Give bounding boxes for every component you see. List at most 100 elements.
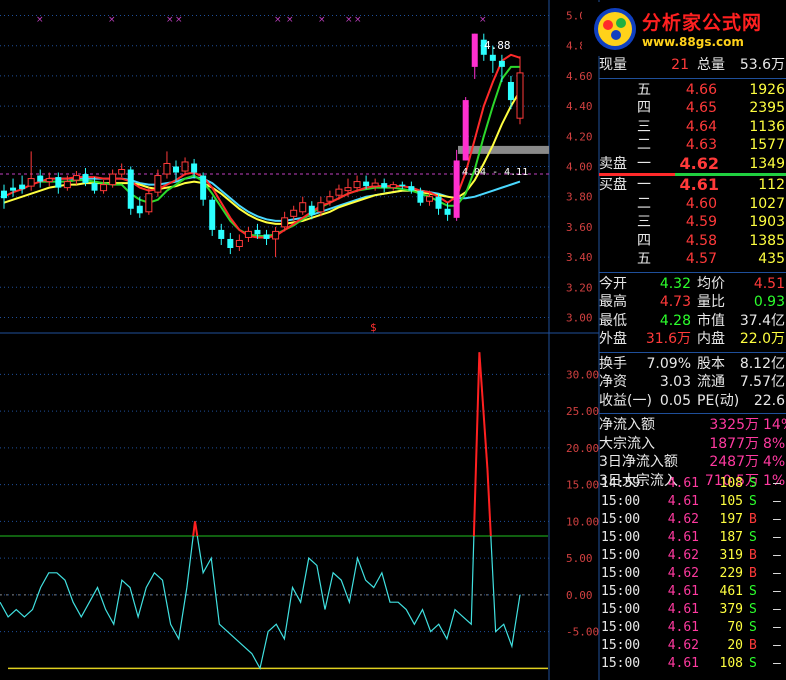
panel-divider bbox=[599, 269, 786, 273]
bid-volume: 1385 bbox=[749, 232, 785, 249]
candle-body bbox=[308, 205, 315, 215]
moving-average-layer bbox=[3, 53, 521, 239]
quote-panel: 现量 21 总量 53.6万五 4.66 1926 四 4.65 2395 三 4.64 1136 二 4… bbox=[599, 56, 786, 490]
trade-row[interactable]: 15:00 4.61 187 S — bbox=[599, 530, 786, 548]
candle-body bbox=[516, 72, 524, 119]
ask-volume: 1349 bbox=[749, 155, 785, 172]
trade-row[interactable]: 15:00 4.62 197 B — bbox=[599, 512, 786, 530]
stat-label: 净资 bbox=[599, 374, 627, 390]
stat-label: 换手 bbox=[599, 355, 627, 372]
candle-body bbox=[281, 217, 289, 228]
stat-row: 净资 3.03 流通 7.57亿 bbox=[599, 373, 786, 392]
indicator-tick-label: 0.00 bbox=[566, 589, 593, 602]
logo-url: www.88gs.com bbox=[642, 35, 744, 49]
signal-mark: × bbox=[354, 15, 362, 25]
indicator-series bbox=[0, 352, 521, 671]
stat-label: 内盘 bbox=[697, 331, 725, 347]
stat-value: 0.05 bbox=[659, 392, 691, 409]
trade-row[interactable]: 15:00 4.62 20 B — bbox=[599, 638, 786, 656]
bid-row: 五 4.57 435 bbox=[599, 250, 786, 269]
stat-label: 股本 bbox=[697, 355, 725, 372]
trade-row[interactable]: 15:00 4.62 319 B — bbox=[599, 548, 786, 566]
candle-body bbox=[371, 182, 379, 187]
candle-body bbox=[127, 169, 134, 209]
flow-percent: 4% bbox=[763, 454, 786, 470]
trade-row[interactable]: 15:00 4.61 105 S — bbox=[599, 494, 786, 512]
trade-time: 15:00 bbox=[601, 602, 641, 617]
candle-body bbox=[45, 178, 53, 183]
candle-body bbox=[136, 205, 143, 214]
trade-time: 15:00 bbox=[601, 494, 641, 509]
bid-price: 4.59 bbox=[685, 214, 717, 230]
candle-body bbox=[173, 166, 179, 173]
buy-label: 买盘 bbox=[599, 177, 627, 193]
y-axis-labels: 5.004.804.604.404.204.003.803.603.403.20… bbox=[566, 10, 599, 639]
stat-value: 8.12亿 bbox=[739, 355, 785, 372]
trade-side: S bbox=[749, 584, 757, 599]
trade-row[interactable]: 15:00 4.62 229 B — bbox=[599, 566, 786, 584]
level-label: 二 bbox=[637, 195, 651, 212]
ask-price: 4.64 bbox=[685, 118, 717, 135]
high-price-label: 4.88 bbox=[484, 39, 511, 52]
value: 53.6万 bbox=[739, 57, 785, 73]
level-label: 一 bbox=[637, 155, 651, 172]
candle-body bbox=[82, 174, 89, 184]
ask-row: 三 4.64 1136 bbox=[599, 118, 786, 137]
ask-volume: 1136 bbox=[749, 118, 785, 135]
candle-body bbox=[489, 54, 496, 61]
bid-volume: 1903 bbox=[749, 214, 785, 230]
candle-body bbox=[145, 193, 153, 213]
trade-dash: — bbox=[773, 476, 781, 491]
indicator-tick-label: -5.00 bbox=[566, 626, 599, 639]
trade-price: 4.61 bbox=[667, 476, 699, 491]
range-label: 4.04 - 4.11 bbox=[462, 167, 528, 178]
trade-row[interactable]: 15:00 4.61 108 S — bbox=[599, 656, 786, 674]
trade-price: 4.62 bbox=[667, 566, 699, 581]
value: 21 bbox=[671, 57, 689, 73]
trade-dash: — bbox=[773, 548, 781, 563]
trade-price: 4.62 bbox=[667, 548, 699, 563]
trade-row[interactable]: 15:00 4.61 461 S — bbox=[599, 584, 786, 602]
trade-volume: 20 bbox=[727, 638, 743, 653]
trade-row[interactable]: 14:59 4.61 108 S — bbox=[599, 476, 786, 494]
candle-body bbox=[55, 177, 62, 188]
trade-volume: 379 bbox=[719, 602, 743, 617]
dollar-marker: $ bbox=[370, 321, 377, 334]
signal-mark: × bbox=[166, 15, 174, 25]
candle-body bbox=[191, 163, 198, 173]
stat-value: 22.6 bbox=[753, 392, 785, 409]
stat-label: 均价 bbox=[697, 275, 725, 292]
trade-row[interactable]: 15:00 4.61 379 S — bbox=[599, 602, 786, 620]
stat-label: 外盘 bbox=[599, 331, 627, 347]
trade-volume: 70 bbox=[727, 620, 743, 635]
candle-body bbox=[381, 183, 388, 188]
trade-volume: 197 bbox=[719, 512, 743, 527]
trade-row[interactable]: 15:00 4.61 70 S — bbox=[599, 620, 786, 638]
stat-row: 收益(一) 0.05 PE(动) 22.6 bbox=[599, 392, 786, 411]
stat-label: 最高 bbox=[599, 294, 627, 310]
candle-body bbox=[10, 187, 17, 191]
candle-body bbox=[91, 183, 98, 191]
stat-row: 换手 7.09% 股本 8.12亿 bbox=[599, 355, 786, 374]
ask-volume: 1577 bbox=[749, 137, 785, 153]
indicator-line bbox=[0, 352, 521, 671]
logo-mark-icon bbox=[594, 8, 636, 50]
candle-body bbox=[299, 202, 307, 213]
indicator-tick-label: 5.00 bbox=[566, 552, 593, 565]
trade-dash: — bbox=[773, 656, 781, 671]
trade-time: 15:00 bbox=[601, 656, 641, 671]
candle-body bbox=[507, 81, 514, 101]
flow-value: 2487万 bbox=[709, 454, 759, 470]
indicator-spike-segment bbox=[486, 469, 492, 537]
candlestick-series bbox=[1, 33, 524, 258]
trade-list[interactable]: 14:59 4.61 108 S — 15:00 4.61 105 S — 15:00 4.62 197… bbox=[599, 476, 786, 674]
signal-mark: × bbox=[479, 15, 487, 25]
label: 现量 bbox=[599, 57, 627, 73]
trade-dash: — bbox=[773, 512, 781, 527]
flow-row: 3日净流入额 2487万 4% bbox=[599, 453, 786, 472]
candle-body bbox=[218, 229, 225, 239]
trade-dash: — bbox=[773, 566, 781, 581]
candle-body bbox=[181, 161, 189, 172]
price-tick-label: 4.00 bbox=[566, 161, 593, 174]
trade-dash: — bbox=[773, 494, 781, 509]
